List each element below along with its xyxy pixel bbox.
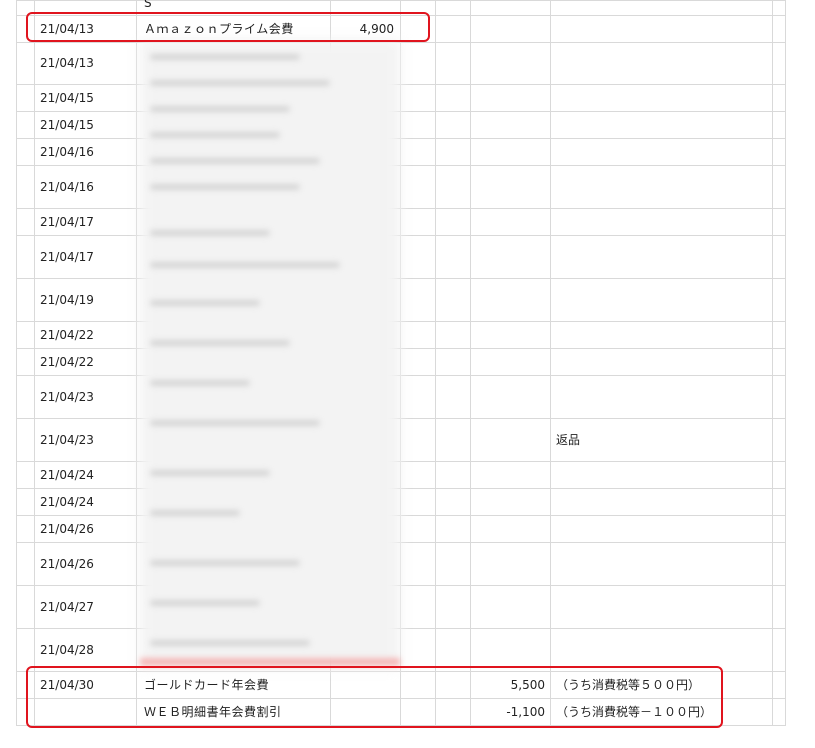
grid-row-line [16,348,786,349]
cell-date[interactable]: 21/04/23 [40,433,94,447]
redacted-text [150,640,310,646]
cell-date[interactable]: 21/04/17 [40,215,94,229]
highlight-box-gold-card [26,666,723,728]
redacted-text [150,184,300,190]
cell-description[interactable]: S [144,0,152,10]
grid-row-line [16,542,786,543]
cell-date[interactable]: 21/04/23 [40,390,94,404]
spreadsheet-grid: S 21/04/13 Ａｍａｚｏｎプライム会費 4,900 21/04/13 21/04/… [0,0,815,748]
redacted-edge [140,658,400,666]
grid-row-line [16,42,786,43]
redacted-text [150,560,300,566]
redacted-text [150,510,240,516]
cell-note[interactable]: 返品 [556,433,580,447]
cell-date[interactable]: 21/04/27 [40,600,94,614]
highlight-box-amazon [26,12,430,42]
cell-date[interactable]: 21/04/26 [40,522,94,536]
grid-row-line [16,235,786,236]
cell-date[interactable]: 21/04/17 [40,250,94,264]
grid-row-line [16,111,786,112]
grid-row-line [16,321,786,322]
redacted-text [150,262,340,268]
grid-row-line [16,278,786,279]
grid-column-line [136,0,137,725]
grid-column-line [16,0,17,725]
grid-row-line [16,375,786,376]
cell-date[interactable]: 21/04/16 [40,180,94,194]
grid-column-line [400,0,401,725]
redacted-text [150,470,270,476]
redacted-text [150,80,330,86]
cell-date[interactable]: 21/04/15 [40,91,94,105]
redacted-text [150,420,320,426]
cell-date[interactable]: 21/04/26 [40,557,94,571]
redacted-text [150,380,250,386]
cell-date[interactable]: 21/04/15 [40,118,94,132]
redacted-text [150,230,270,236]
grid-row-line [16,84,786,85]
grid-column-line [785,0,786,725]
redacted-text [150,600,260,606]
grid-row-line [16,208,786,209]
grid-column-line [34,0,35,725]
grid-row-line [16,585,786,586]
grid-row-line [16,165,786,166]
grid-row-line [16,488,786,489]
grid-row-line [16,138,786,139]
redacted-text [150,54,300,60]
grid-column-line [435,0,436,725]
cell-date[interactable]: 21/04/24 [40,495,94,509]
grid-row-line [16,418,786,419]
grid-column-line [772,0,773,725]
redacted-text [150,340,290,346]
redacted-text [150,132,280,138]
grid-row-line [16,628,786,629]
grid-row-line [16,0,786,1]
cell-date[interactable]: 21/04/28 [40,643,94,657]
cell-date[interactable]: 21/04/16 [40,145,94,159]
redacted-text [150,300,260,306]
grid-row-line [16,515,786,516]
grid-column-line [550,0,551,725]
cell-date[interactable]: 21/04/22 [40,355,94,369]
grid-column-line [470,0,471,725]
redacted-text [150,106,290,112]
cell-date[interactable]: 21/04/13 [40,56,94,70]
cell-date[interactable]: 21/04/24 [40,468,94,482]
redacted-text [150,158,320,164]
cell-date[interactable]: 21/04/22 [40,328,94,342]
cell-date[interactable]: 21/04/19 [40,293,94,307]
grid-row-line [16,461,786,462]
